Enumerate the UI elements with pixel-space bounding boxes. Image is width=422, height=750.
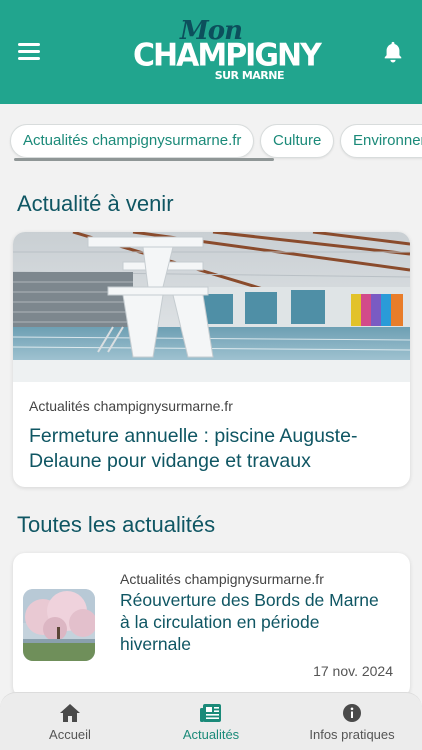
- tab-infos-pratiques[interactable]: Infos pratiques: [282, 693, 422, 750]
- chip-environnement[interactable]: Environnement: [340, 124, 422, 158]
- bell-icon[interactable]: [382, 40, 404, 64]
- featured-news-source: Actualités champignysurmarne.fr: [29, 398, 233, 414]
- home-icon: [60, 704, 80, 722]
- chip-culture[interactable]: Culture: [260, 124, 335, 158]
- news-source: Actualités champignysurmarne.fr: [120, 571, 324, 587]
- bottom-tab-bar: Accueil Actualités Infos pratiques: [0, 692, 422, 750]
- tab-infos-pratiques-label: Infos pratiques: [309, 727, 395, 742]
- news-title: Réouverture des Bords de Marne à la circ…: [120, 590, 379, 654]
- app-logo: Mon CHAMPIGNY SUR MARNE: [130, 16, 322, 86]
- tab-actualites-label: Actualités: [182, 727, 240, 742]
- featured-news-card[interactable]: Actualités champignysurmarne.fr Fermetur…: [13, 232, 410, 487]
- info-icon: [343, 704, 361, 722]
- newspaper-icon: [200, 704, 221, 722]
- tab-accueil-label: Accueil: [49, 727, 91, 742]
- news-list-item[interactable]: Actualités champignysurmarne.fr Réouvert…: [13, 553, 410, 698]
- chip-actualites[interactable]: Actualités champignysurmarne.fr: [10, 124, 255, 158]
- upcoming-section-title: Actualité à venir: [17, 191, 174, 216]
- news-date: 17 nov. 2024: [313, 663, 393, 679]
- hamburger-menu-icon[interactable]: [18, 43, 40, 61]
- featured-news-title: Fermeture annuelle : piscine Auguste-Del…: [29, 425, 358, 472]
- news-thumbnail: [23, 589, 95, 661]
- featured-news-image: [13, 232, 410, 382]
- app-header: Mon CHAMPIGNY SUR MARNE: [0, 0, 422, 104]
- tab-actualites[interactable]: Actualités: [141, 693, 281, 750]
- tab-accueil[interactable]: Accueil: [0, 693, 140, 750]
- chips-scroll-indicator: [14, 158, 274, 161]
- all-news-section-title: Toutes les actualités: [17, 512, 216, 537]
- logo-sur-marne: SUR MARNE: [214, 69, 285, 82]
